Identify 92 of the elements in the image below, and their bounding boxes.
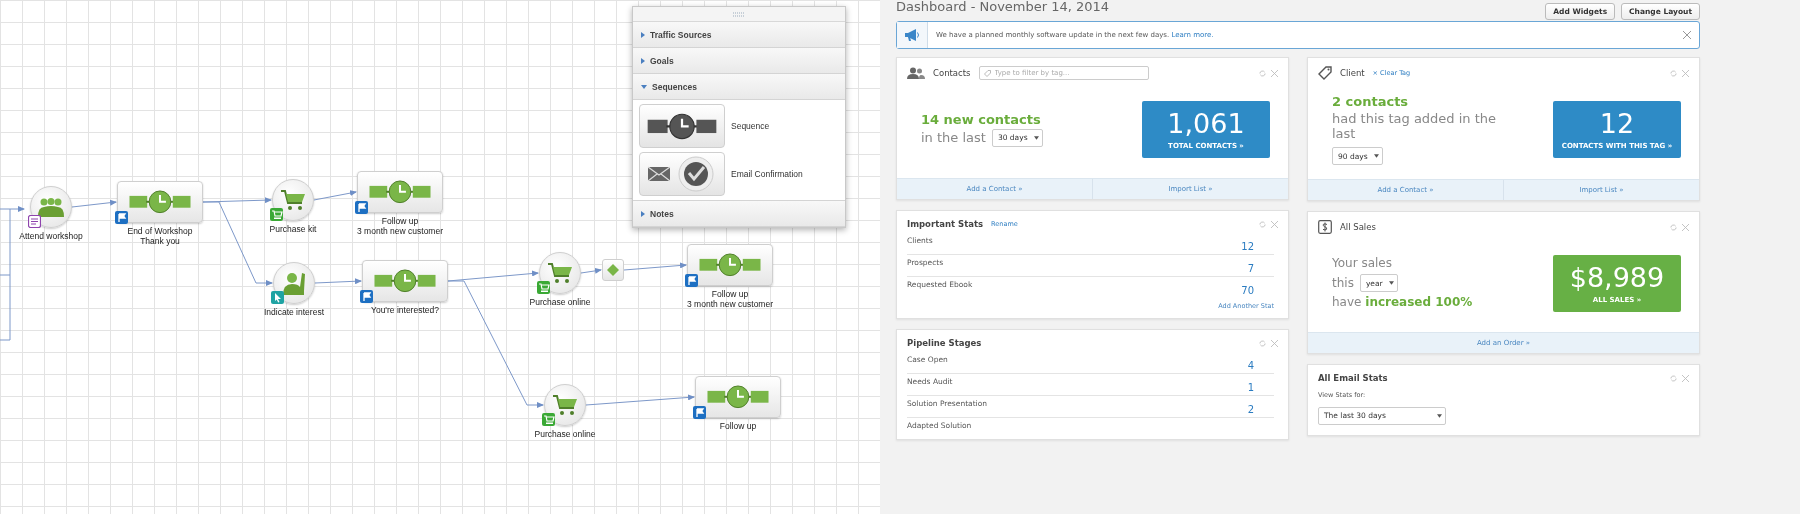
cart-node[interactable] (539, 252, 581, 294)
diamond-icon (607, 264, 619, 276)
grip-icon (732, 11, 746, 17)
node-label: Indicate interest (264, 307, 324, 317)
decision-node[interactable] (602, 259, 624, 281)
timer-sequence-icon (128, 189, 192, 215)
close-icon (1271, 69, 1278, 77)
stat-value[interactable]: 4 (1247, 360, 1274, 373)
widget-title: All Sales (1340, 222, 1376, 232)
node-label: Purchase kit (269, 224, 317, 234)
widget-title: All Email Stats (1318, 373, 1388, 383)
palette-section-header[interactable]: Traffic Sources (633, 22, 845, 48)
sequence-node[interactable] (357, 171, 443, 213)
node-label: Follow up (719, 421, 757, 431)
palette-section-header[interactable]: Sequences (633, 74, 845, 100)
caret-icon (1388, 281, 1394, 285)
sequence-node[interactable] (687, 244, 773, 286)
timer-sequence-icon (698, 252, 762, 278)
cursor-icon (271, 291, 284, 304)
refresh-icon (1670, 223, 1677, 231)
close-icon (1682, 69, 1689, 77)
people-icon (37, 197, 65, 217)
close-icon (1682, 223, 1689, 231)
close-icon (1271, 220, 1278, 228)
timer-sequence-icon (373, 268, 437, 294)
sales-text: have increased 100% (1332, 294, 1473, 311)
connector-arrow (313, 190, 357, 201)
refresh-icon (1259, 339, 1266, 347)
stat-value[interactable]: 70 (1241, 285, 1274, 298)
connector-arrow (580, 267, 602, 274)
refresh-icon (1670, 69, 1677, 77)
dollar-icon (1318, 220, 1332, 234)
flag-icon (115, 211, 128, 224)
megaphone-icon (904, 28, 920, 42)
sequence-node[interactable] (362, 260, 448, 302)
sales-text: Your sales (1332, 255, 1392, 272)
close-icon (1271, 339, 1278, 347)
stat-value[interactable]: 1 (1247, 382, 1274, 395)
widget-title: Client (1340, 68, 1365, 78)
caret-icon (1373, 154, 1379, 158)
people-icon (907, 67, 925, 79)
node-label: End of Workshop Thank you (127, 226, 193, 246)
node-label: Purchase online (529, 297, 591, 307)
flag-icon (693, 406, 706, 419)
sales-text: this (1332, 274, 1354, 292)
sequence-node[interactable] (695, 376, 781, 418)
timer-sequence-icon (368, 179, 432, 205)
waving-person-icon (282, 271, 306, 295)
palette-section-header[interactable]: Notes (633, 201, 845, 227)
stat-value[interactable]: 2 (1247, 404, 1274, 417)
stat-value[interactable]: 12 (1241, 241, 1274, 254)
sequence-tile[interactable] (639, 104, 725, 148)
palette-section-header[interactable]: Goals (633, 48, 845, 74)
connector-arrow (623, 262, 687, 271)
period-text: had this tag added in the last (1332, 111, 1498, 141)
person-node[interactable] (273, 262, 315, 304)
headline-text: 2 contacts (1332, 94, 1410, 109)
widget-title: Pipeline Stages (907, 338, 982, 348)
cart-node[interactable] (544, 384, 586, 426)
connector-arrow (71, 199, 117, 208)
timer-sequence-icon (706, 384, 770, 410)
refresh-icon (1259, 220, 1266, 228)
node-label: Attend workshop (19, 231, 83, 241)
timer-sequence-icon (646, 111, 718, 141)
refresh-icon (1259, 69, 1266, 77)
period-text: in the last (921, 130, 986, 145)
form-icon (28, 215, 41, 228)
stat-value[interactable]: 7 (1247, 263, 1274, 276)
node-label: Follow up 3 month new customer (687, 289, 773, 309)
flag-icon (360, 290, 373, 303)
widget-title: Contacts (933, 68, 971, 78)
flag-icon (685, 274, 698, 287)
page-title: Dashboard - November 14, 2014 (896, 0, 1110, 13)
sequence-node[interactable] (117, 181, 203, 223)
caret-icon (1033, 135, 1039, 140)
close-icon (1683, 31, 1691, 39)
cart-node[interactable] (272, 179, 314, 221)
widget-title: Important Stats (907, 219, 984, 229)
palette-item-label: Email Confirmation (731, 169, 803, 179)
node-label: You're interested? (371, 305, 439, 315)
headline-text: 14 new contacts (921, 111, 1042, 127)
refresh-icon (1670, 374, 1677, 382)
tag-icon (1318, 66, 1332, 80)
node-label: Purchase online (534, 429, 596, 439)
people-node[interactable] (30, 186, 72, 228)
palette-item-label: Sequence (731, 121, 770, 131)
close-icon (1682, 374, 1689, 382)
node-label: Follow up 3 month new customer (357, 216, 443, 236)
email-confirmation-tile[interactable] (639, 152, 725, 196)
caret-icon (1437, 413, 1442, 418)
connector-arrow (314, 278, 362, 285)
flag-icon (355, 201, 368, 214)
